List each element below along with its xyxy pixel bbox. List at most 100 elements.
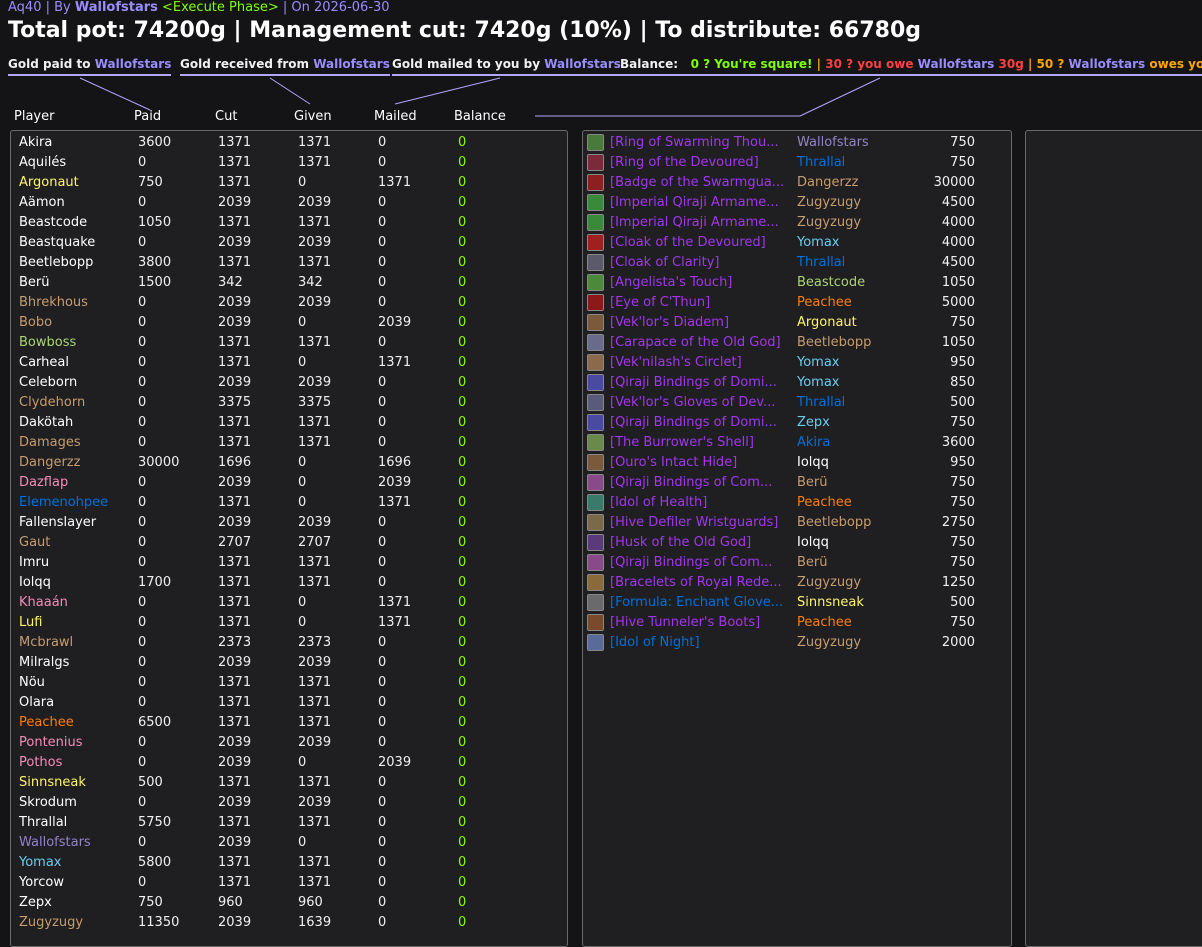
cell-cut: 2039 (218, 295, 252, 310)
item-link[interactable]: [Ring of the Devoured] (610, 155, 790, 170)
cell-given: 2039 (298, 235, 332, 250)
item-link[interactable]: [Imperial Qiraji Armame... (610, 215, 790, 230)
table-row: Pontenius 0 2039 2039 0 0 (11, 733, 561, 753)
player-ledger-panel[interactable]: Akira 3600 1371 1371 0 0 Aquilés 0 1371 1371 0 0 Arg… (10, 130, 568, 947)
table-row: Yomax 5800 1371 1371 0 0 (11, 853, 561, 873)
cell-mailed: 2039 (378, 315, 412, 330)
item-winner: Zepx (797, 415, 830, 430)
list-item[interactable]: [Vek'lor's Gloves of Dev... Thrallal 500 (583, 393, 1009, 413)
cell-mailed: 0 (378, 235, 387, 250)
table-row: Sinnsneak 500 1371 1371 0 0 (11, 773, 561, 793)
cell-given: 342 (298, 275, 323, 290)
item-link[interactable]: [Formula: Enchant Glove... (610, 595, 790, 610)
list-item[interactable]: [Hive Tunneler's Boots] Peachee 750 (583, 613, 1009, 633)
item-winner: Akira (797, 435, 831, 450)
side-panel (1025, 130, 1202, 947)
cell-given: 1371 (298, 855, 332, 870)
item-link[interactable]: [Qiraji Bindings of Domi... (610, 375, 790, 390)
list-item[interactable]: [Hive Defiler Wristguards] Beetlebopp 2750 (583, 513, 1009, 533)
list-item[interactable]: [Imperial Qiraji Armame... Zugyzugy 4500 (583, 193, 1009, 213)
item-link[interactable]: [The Burrower's Shell] (610, 435, 790, 450)
list-item[interactable]: [Ring of Swarming Thou... Wallofstars 750 (583, 133, 1009, 153)
list-item[interactable]: [Qiraji Bindings of Com... Berü 750 (583, 553, 1009, 573)
cell-paid: 11350 (138, 915, 180, 930)
list-item[interactable]: [Eye of C'Thun] Peachee 5000 (583, 293, 1009, 313)
cell-paid: 5800 (138, 855, 172, 870)
cell-given: 0 (298, 175, 307, 190)
list-item[interactable]: [Qiraji Bindings of Domi... Yomax 850 (583, 373, 1009, 393)
cell-paid: 3800 (138, 255, 172, 270)
item-icon (587, 154, 604, 171)
cell-balance: 0 (458, 515, 467, 530)
list-item[interactable]: [Husk of the Old God] Iolqq 750 (583, 533, 1009, 553)
item-icon (587, 634, 604, 651)
item-link[interactable]: [Vek'lor's Diadem] (610, 315, 790, 330)
cell-cut: 960 (218, 895, 243, 910)
item-link[interactable]: [Angelista's Touch] (610, 275, 790, 290)
list-item[interactable]: [Badge of the Swarmgua... Dangerzz 30000 (583, 173, 1009, 193)
item-link[interactable]: [Qiraji Bindings of Com... (610, 555, 790, 570)
item-link[interactable]: [Bracelets of Royal Rede... (610, 575, 790, 590)
cell-paid: 0 (138, 435, 147, 450)
cell-balance: 0 (458, 475, 467, 490)
item-link[interactable]: [Imperial Qiraji Armame... (610, 195, 790, 210)
item-link[interactable]: [Hive Tunneler's Boots] (610, 615, 790, 630)
item-link[interactable]: [Qiraji Bindings of Com... (610, 475, 790, 490)
item-link[interactable]: [Husk of the Old God] (610, 535, 790, 550)
cell-given: 0 (298, 355, 307, 370)
item-link[interactable]: [Idol of Health] (610, 495, 790, 510)
list-item[interactable]: [Qiraji Bindings of Com... Berü 750 (583, 473, 1009, 493)
list-item[interactable]: [Imperial Qiraji Armame... Zugyzugy 4000 (583, 213, 1009, 233)
item-link[interactable]: [Qiraji Bindings of Domi... (610, 415, 790, 430)
list-item[interactable]: [Idol of Night] Zugyzugy 2000 (583, 633, 1009, 653)
cell-paid: 0 (138, 635, 147, 650)
list-item[interactable]: [Angelista's Touch] Beastcode 1050 (583, 273, 1009, 293)
list-item[interactable]: [Ouro's Intact Hide] Iolqq 950 (583, 453, 1009, 473)
cell-given: 1371 (298, 815, 332, 830)
list-item[interactable]: [Carapace of the Old God] Beetlebopp 1050 (583, 333, 1009, 353)
cell-cut: 2039 (218, 235, 252, 250)
item-link[interactable]: [Hive Defiler Wristguards] (610, 515, 790, 530)
table-row: Olara 0 1371 1371 0 0 (11, 693, 561, 713)
item-link[interactable]: [Idol of Night] (610, 635, 790, 650)
list-item[interactable]: [Qiraji Bindings of Domi... Zepx 750 (583, 413, 1009, 433)
list-item[interactable]: [Cloak of Clarity] Thrallal 4500 (583, 253, 1009, 273)
cell-given: 1371 (298, 335, 332, 350)
cell-cut: 2039 (218, 735, 252, 750)
cell-cut: 2039 (218, 515, 252, 530)
list-item[interactable]: [Vek'nilash's Circlet] Yomax 950 (583, 353, 1009, 373)
item-link[interactable]: [Vek'lor's Gloves of Dev... (610, 395, 790, 410)
list-item[interactable]: [Cloak of the Devoured] Yomax 4000 (583, 233, 1009, 253)
column-header-player: Player (14, 109, 55, 124)
cell-balance: 0 (458, 315, 467, 330)
cell-mailed: 0 (378, 275, 387, 290)
item-link[interactable]: [Badge of the Swarmgua... (610, 175, 790, 190)
list-item[interactable]: [Formula: Enchant Glove... Sinnsneak 500 (583, 593, 1009, 613)
cell-balance: 0 (458, 715, 467, 730)
item-link[interactable]: [Ouro's Intact Hide] (610, 455, 790, 470)
cell-cut: 1696 (218, 455, 252, 470)
table-row: Skrodum 0 2039 2039 0 0 (11, 793, 561, 813)
loot-list-panel[interactable]: [Ring of Swarming Thou... Wallofstars 750[… (582, 130, 1012, 947)
list-item[interactable]: [The Burrower's Shell] Akira 3600 (583, 433, 1009, 453)
item-link[interactable]: [Vek'nilash's Circlet] (610, 355, 790, 370)
list-item[interactable]: [Bracelets of Royal Rede... Zugyzugy 1250 (583, 573, 1009, 593)
cell-given: 1371 (298, 415, 332, 430)
item-link[interactable]: [Eye of C'Thun] (610, 295, 790, 310)
cell-given: 2039 (298, 655, 332, 670)
list-item[interactable]: [Idol of Health] Peachee 750 (583, 493, 1009, 513)
column-header-given: Given (294, 109, 332, 124)
cell-mailed: 0 (378, 575, 387, 590)
cell-mailed: 0 (378, 415, 387, 430)
item-link[interactable]: [Carapace of the Old God] (610, 335, 790, 350)
item-price: 750 (950, 475, 975, 490)
list-item[interactable]: [Ring of the Devoured] Thrallal 750 (583, 153, 1009, 173)
cell-given: 2039 (298, 295, 332, 310)
item-link[interactable]: [Cloak of the Devoured] (610, 235, 790, 250)
cell-cut: 3375 (218, 395, 252, 410)
list-item[interactable]: [Vek'lor's Diadem] Argonaut 750 (583, 313, 1009, 333)
item-link[interactable]: [Ring of Swarming Thou... (610, 135, 790, 150)
table-row: Beastquake 0 2039 2039 0 0 (11, 233, 561, 253)
item-link[interactable]: [Cloak of Clarity] (610, 255, 790, 270)
table-row: Gaut 0 2707 2707 0 0 (11, 533, 561, 553)
